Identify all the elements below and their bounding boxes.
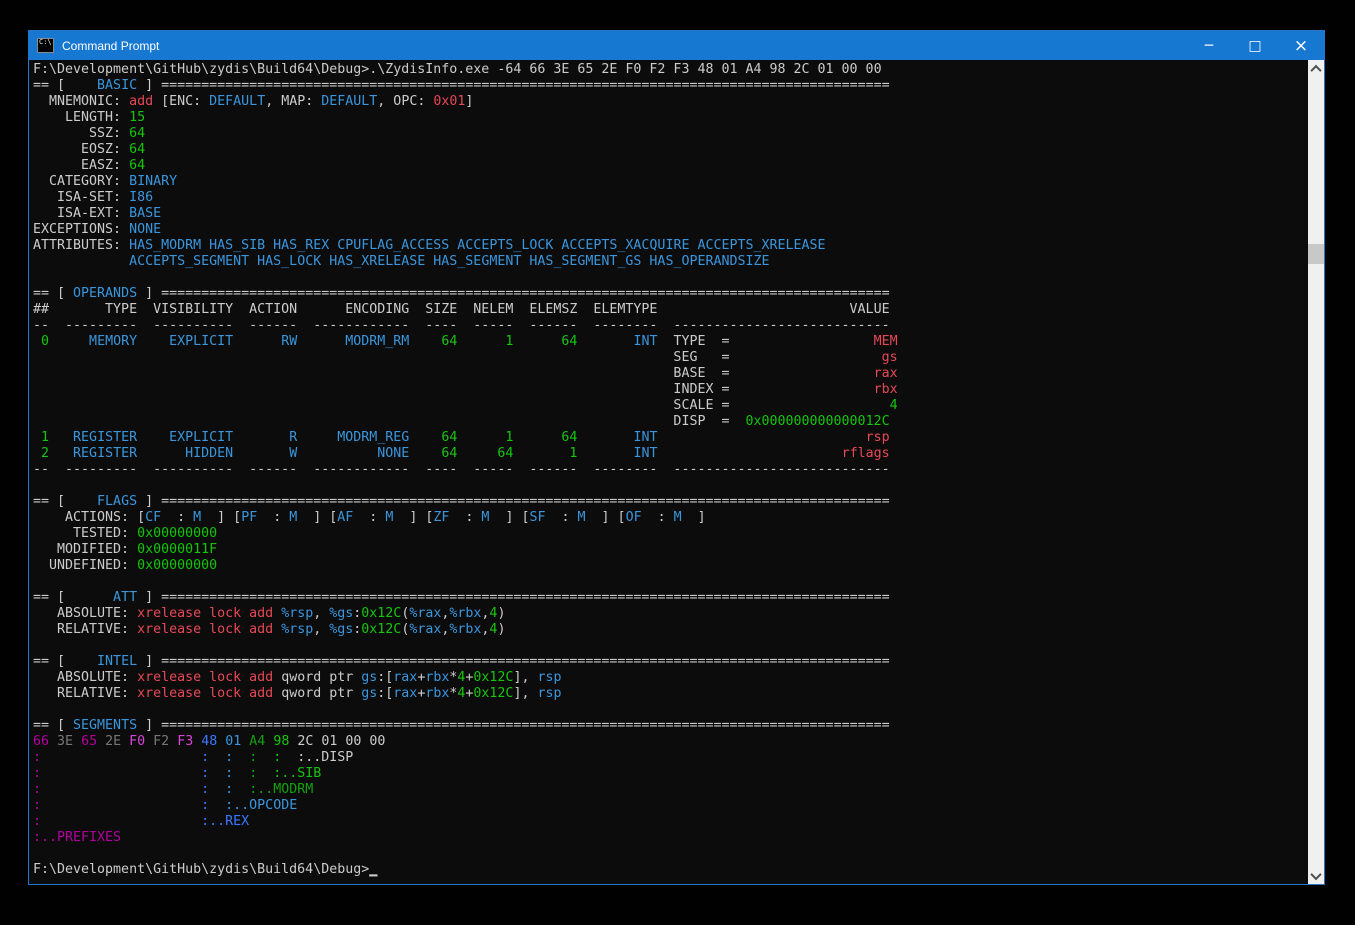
- console-area: F:\Development\GitHub\zydis\Build64\Debu…: [29, 60, 1324, 884]
- terminal-line: 0 MEMORY EXPLICIT RW MODRM_RM 64 1 64 IN…: [33, 334, 1304, 350]
- terminal-line: ABSOLUTE: xrelease lock add %rsp, %gs:0x…: [33, 606, 1304, 622]
- terminal-line: MNEMONIC: add [ENC: DEFAULT, MAP: DEFAUL…: [33, 94, 1304, 110]
- chevron-up-icon: [1310, 64, 1321, 75]
- terminal-line: [33, 478, 1304, 494]
- scrollbar-thumb[interactable]: [1308, 244, 1324, 264]
- scroll-up-button[interactable]: [1308, 60, 1324, 77]
- terminal-line: ISA-EXT: BASE: [33, 206, 1304, 222]
- terminal-line: EASZ: 64: [33, 158, 1304, 174]
- terminal-line: 2 REGISTER HIDDEN W NONE 64 64 1 INT rfl…: [33, 446, 1304, 462]
- terminal-line: BASE = rax: [33, 366, 1304, 382]
- terminal-line: [33, 846, 1304, 862]
- terminal-line: ACTIONS: [CF : M ] [PF : M ] [AF : M ] […: [33, 510, 1304, 526]
- terminal-line: : : : :..MODRM: [33, 782, 1304, 798]
- terminal-line: == [ BASIC ] ===========================…: [33, 78, 1304, 94]
- terminal-line: [33, 638, 1304, 654]
- terminal-line: UNDEFINED: 0x00000000: [33, 558, 1304, 574]
- terminal-line: LENGTH: 15: [33, 110, 1304, 126]
- terminal-line: [33, 702, 1304, 718]
- minimize-button[interactable]: ─: [1186, 31, 1232, 60]
- maximize-button[interactable]: □: [1232, 31, 1278, 60]
- terminal-line: 1 REGISTER EXPLICIT R MODRM_REG 64 1 64 …: [33, 430, 1304, 446]
- terminal-line: SCALE = 4: [33, 398, 1304, 414]
- scroll-down-button[interactable]: [1308, 867, 1324, 884]
- terminal-line: TESTED: 0x00000000: [33, 526, 1304, 542]
- terminal-line: ACCEPTS_SEGMENT HAS_LOCK HAS_XRELEASE HA…: [33, 254, 1304, 270]
- terminal-line: RELATIVE: xrelease lock add qword ptr gs…: [33, 686, 1304, 702]
- terminal-line: CATEGORY: BINARY: [33, 174, 1304, 190]
- terminal-line: : :..REX: [33, 814, 1304, 830]
- terminal-line: :..PREFIXES: [33, 830, 1304, 846]
- terminal-line: == [ OPERANDS ] ========================…: [33, 286, 1304, 302]
- terminal-line: [33, 574, 1304, 590]
- terminal-line: EOSZ: 64: [33, 142, 1304, 158]
- terminal-line: F:\Development\GitHub\zydis\Build64\Debu…: [33, 862, 1304, 878]
- terminal-line: -- --------- ---------- ------ ---------…: [33, 462, 1304, 478]
- terminal-line: 66 3E 65 2E F0 F2 F3 48 01 A4 98 2C 01 0…: [33, 734, 1304, 750]
- window-controls: ─ □ ×: [1186, 31, 1324, 60]
- terminal-line: ## TYPE VISIBILITY ACTION ENCODING SIZE …: [33, 302, 1304, 318]
- terminal-line: EXCEPTIONS: NONE: [33, 222, 1304, 238]
- terminal-line: [33, 270, 1304, 286]
- vertical-scrollbar[interactable]: [1308, 60, 1324, 884]
- window-title: Command Prompt: [62, 39, 159, 53]
- terminal-line: : : :..OPCODE: [33, 798, 1304, 814]
- terminal-line: == [ FLAGS ] ===========================…: [33, 494, 1304, 510]
- terminal-line: == [ SEGMENTS ] ========================…: [33, 718, 1304, 734]
- terminal-line: RELATIVE: xrelease lock add %rsp, %gs:0x…: [33, 622, 1304, 638]
- terminal-line: : : : : :..SIB: [33, 766, 1304, 782]
- terminal-line: SEG = gs: [33, 350, 1304, 366]
- cmd-window: C:\ Command Prompt ─ □ × F:\Development\…: [28, 30, 1325, 885]
- close-button[interactable]: ×: [1278, 31, 1324, 60]
- terminal-line: F:\Development\GitHub\zydis\Build64\Debu…: [33, 62, 1304, 78]
- terminal-line: INDEX = rbx: [33, 382, 1304, 398]
- terminal-line: == [ INTEL ] ===========================…: [33, 654, 1304, 670]
- terminal-line: ABSOLUTE: xrelease lock add qword ptr gs…: [33, 670, 1304, 686]
- terminal-line: SSZ: 64: [33, 126, 1304, 142]
- chevron-down-icon: [1310, 868, 1321, 879]
- terminal-line: ISA-SET: I86: [33, 190, 1304, 206]
- title-bar[interactable]: C:\ Command Prompt ─ □ ×: [29, 31, 1324, 60]
- terminal-line: -- --------- ---------- ------ ---------…: [33, 318, 1304, 334]
- terminal-line: MODIFIED: 0x0000011F: [33, 542, 1304, 558]
- cmd-icon: C:\: [37, 38, 54, 53]
- terminal-line: : : : : : :..DISP: [33, 750, 1304, 766]
- terminal-line: ATTRIBUTES: HAS_MODRM HAS_SIB HAS_REX CP…: [33, 238, 1304, 254]
- terminal-output: F:\Development\GitHub\zydis\Build64\Debu…: [33, 62, 1304, 878]
- terminal-line: == [ ATT ] =============================…: [33, 590, 1304, 606]
- terminal-line: DISP = 0x000000000000012C: [33, 414, 1304, 430]
